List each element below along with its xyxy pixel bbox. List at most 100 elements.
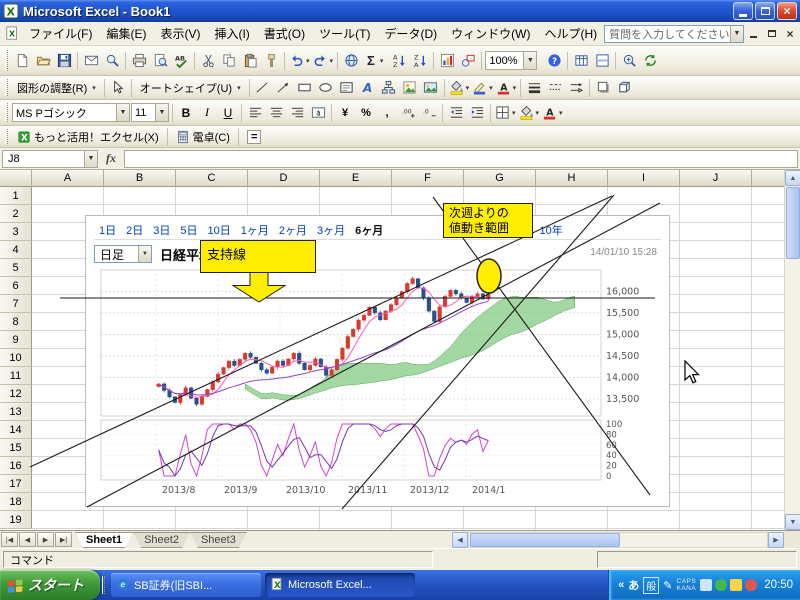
- scroll-left-icon[interactable]: ◀: [452, 532, 468, 548]
- zoom-combo[interactable]: 100% ▼: [485, 51, 537, 70]
- column-header[interactable]: C: [176, 170, 248, 187]
- ime-conversion-mode[interactable]: 般: [643, 577, 659, 594]
- decrease-indent-icon[interactable]: [446, 103, 466, 123]
- insert-function-button[interactable]: fx: [100, 151, 122, 166]
- 3d-style-icon[interactable]: [614, 78, 634, 98]
- ime-pencil-icon[interactable]: ✎: [663, 579, 672, 592]
- column-header[interactable]: B: [104, 170, 176, 187]
- textbox-icon[interactable]: [337, 78, 357, 98]
- toolbar-extra-icon-4[interactable]: [640, 51, 660, 71]
- merge-center-icon[interactable]: a: [308, 103, 328, 123]
- picture-icon[interactable]: [421, 78, 441, 98]
- name-box[interactable]: J8 ▼: [2, 150, 98, 168]
- ime-input-mode[interactable]: あ: [628, 577, 639, 593]
- row-header[interactable]: 9: [0, 331, 32, 349]
- toolbar-extra-icon-3[interactable]: [619, 51, 639, 71]
- workbook-minimize-button[interactable]: [746, 26, 762, 41]
- price-range-callout[interactable]: 次週よりの 値動き範囲: [443, 203, 533, 238]
- undo-icon[interactable]: ▾: [288, 51, 311, 71]
- copy-icon[interactable]: [219, 51, 239, 71]
- arrow-icon[interactable]: [274, 78, 294, 98]
- menu-item[interactable]: 書式(O): [257, 22, 312, 45]
- align-right-icon[interactable]: [287, 103, 307, 123]
- row-header[interactable]: 18: [0, 493, 32, 511]
- borders-icon[interactable]: ▾: [494, 103, 517, 123]
- title-bar[interactable]: X Microsoft Excel - Book1 ×: [0, 0, 800, 22]
- cut-icon[interactable]: [198, 51, 218, 71]
- maximize-button[interactable]: [755, 2, 775, 20]
- format-painter-icon[interactable]: [261, 51, 281, 71]
- shadow-style-icon[interactable]: [593, 78, 613, 98]
- question-box[interactable]: 質問を入力してください ▼: [604, 25, 744, 43]
- menu-item[interactable]: ツール(T): [312, 22, 377, 45]
- menu-item[interactable]: ファイル(F): [22, 22, 99, 45]
- help-icon[interactable]: ?: [544, 51, 564, 71]
- open-icon[interactable]: [33, 51, 53, 71]
- bold-icon[interactable]: B: [176, 103, 196, 123]
- save-icon[interactable]: [54, 51, 74, 71]
- column-header[interactable]: A: [32, 170, 104, 187]
- sheet-tab-sheet3[interactable]: Sheet3: [190, 532, 247, 548]
- italic-icon[interactable]: I: [197, 103, 217, 123]
- toolbar-handle[interactable]: [5, 129, 8, 145]
- search-icon[interactable]: [102, 51, 122, 71]
- sort-descending-icon[interactable]: ZA: [410, 51, 430, 71]
- drawing-icon[interactable]: [458, 51, 478, 71]
- scroll-up-icon[interactable]: ▲: [785, 170, 800, 186]
- row-header[interactable]: 10: [0, 349, 32, 367]
- line-color-icon[interactable]: ▾: [471, 78, 494, 98]
- autosum-icon[interactable]: Σ▾: [362, 51, 388, 71]
- tray-icon-2[interactable]: [715, 579, 727, 591]
- diagram-icon[interactable]: [379, 78, 399, 98]
- fill-color-icon[interactable]: ▾: [448, 78, 471, 98]
- sheet-tab-sheet2[interactable]: Sheet2: [133, 532, 190, 548]
- workbook-restore-button[interactable]: [764, 26, 780, 41]
- tray-icon-3[interactable]: [730, 579, 742, 591]
- row-header[interactable]: 11: [0, 367, 32, 385]
- row-header[interactable]: 3: [0, 223, 32, 241]
- first-sheet-icon[interactable]: |◀: [1, 532, 18, 547]
- column-header[interactable]: F: [392, 170, 464, 187]
- clipart-icon[interactable]: [400, 78, 420, 98]
- rectangle-icon[interactable]: [295, 78, 315, 98]
- calculator-button[interactable]: 電卓(C): [171, 127, 235, 147]
- sort-ascending-icon[interactable]: AZ: [389, 51, 409, 71]
- column-header[interactable]: G: [464, 170, 536, 187]
- horizontal-scroll-thumb[interactable]: [470, 533, 620, 547]
- decrease-decimal-icon[interactable]: .0: [419, 103, 439, 123]
- underline-icon[interactable]: U: [218, 103, 238, 123]
- font-name-combo[interactable]: MS Pゴシック ▼: [12, 103, 130, 122]
- dash-style-icon[interactable]: [545, 78, 565, 98]
- comma-icon[interactable]: ,: [377, 103, 397, 123]
- row-header[interactable]: 19: [0, 511, 32, 529]
- horizontal-scrollbar[interactable]: ◀ ▶: [452, 532, 784, 548]
- sheet-tab-sheet1[interactable]: Sheet1: [75, 532, 133, 548]
- menu-item[interactable]: 表示(V): [153, 22, 207, 45]
- select-pointer-icon[interactable]: [108, 78, 128, 98]
- arrow-style-icon[interactable]: [566, 78, 586, 98]
- currency-icon[interactable]: ¥: [335, 103, 355, 123]
- row-header[interactable]: 13: [0, 403, 32, 421]
- paste-icon[interactable]: [240, 51, 260, 71]
- percent-icon[interactable]: %: [356, 103, 376, 123]
- row-header[interactable]: 16: [0, 457, 32, 475]
- row-header[interactable]: 17: [0, 475, 32, 493]
- vertical-scroll-thumb[interactable]: [786, 187, 800, 259]
- close-button[interactable]: ×: [777, 2, 797, 20]
- draw-adjust-button[interactable]: 図形の調整(R)▾: [12, 78, 101, 98]
- workbook-close-button[interactable]: ×: [782, 26, 798, 41]
- column-header[interactable]: H: [536, 170, 608, 187]
- column-header[interactable]: I: [608, 170, 680, 187]
- toolbar-extra-icon-1[interactable]: [571, 51, 591, 71]
- row-header[interactable]: 5: [0, 259, 32, 277]
- print-preview-icon[interactable]: [150, 51, 170, 71]
- tray-icon-4[interactable]: [745, 579, 757, 591]
- chevron-left-icon[interactable]: «: [618, 579, 624, 591]
- tray-icon-1[interactable]: [700, 579, 712, 591]
- toolbar-handle[interactable]: [5, 50, 8, 72]
- font-color-icon[interactable]: A▾: [495, 78, 518, 98]
- row-header[interactable]: 1: [0, 187, 32, 205]
- previous-sheet-icon[interactable]: ◀: [19, 532, 36, 547]
- task-excel[interactable]: XMicrosoft Excel...: [265, 573, 415, 597]
- oval-icon[interactable]: [316, 78, 336, 98]
